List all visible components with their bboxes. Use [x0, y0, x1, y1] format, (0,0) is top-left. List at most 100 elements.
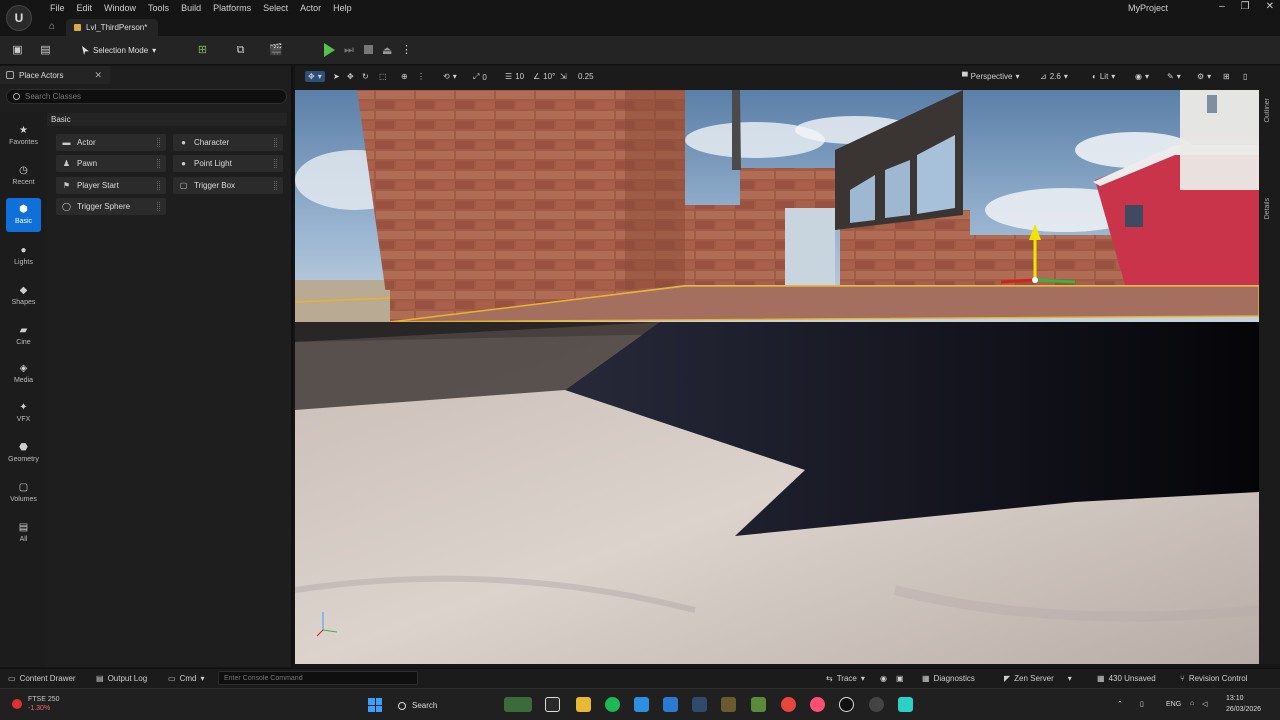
- unsaved-button[interactable]: ▦ 430 Unsaved: [1097, 674, 1156, 683]
- language-indicator[interactable]: ENG: [1166, 701, 1181, 708]
- actor-item-trigger-box[interactable]: ▢ Trigger Box: [173, 177, 283, 194]
- category-volumes[interactable]: ▢ Volumes: [6, 476, 41, 510]
- step-forward-icon[interactable]: ⏭: [344, 44, 354, 57]
- actor-item-player-start[interactable]: ⚑ Player Start: [56, 177, 166, 194]
- settings-dropdown[interactable]: ⚙ ▾: [1197, 72, 1211, 81]
- diagnostics-button[interactable]: ▦ Diagnostics: [922, 674, 975, 683]
- more-options-icon[interactable]: ⋮: [417, 72, 425, 81]
- blueprint-icon[interactable]: ⧉: [234, 44, 247, 56]
- rotate-tool-icon[interactable]: ↻: [362, 72, 369, 81]
- grid-snap-toggle[interactable]: ☰ 10: [505, 72, 524, 81]
- task-view-icon[interactable]: [545, 697, 560, 712]
- translate-snap-toggle[interactable]: ⤢ 0: [473, 72, 487, 82]
- clock-date[interactable]: 26/03/2026: [1226, 706, 1261, 713]
- drag-handle[interactable]: [157, 159, 160, 168]
- minimize-button[interactable]: –: [1219, 1, 1225, 12]
- actor-item-actor[interactable]: ▬ Actor: [56, 134, 166, 151]
- volume-icon[interactable]: ◁: [1202, 700, 1207, 708]
- menu-actor[interactable]: Actor: [294, 2, 327, 14]
- record-icon[interactable]: ◉: [880, 674, 887, 683]
- menu-build[interactable]: Build: [175, 2, 207, 14]
- selection-mode-dropdown[interactable]: Selection Mode ▾: [76, 42, 162, 59]
- actor-item-trigger-sphere[interactable]: ◯ Trigger Sphere: [56, 198, 166, 215]
- drag-handle[interactable]: [274, 181, 277, 190]
- details-tab[interactable]: Details: [1264, 198, 1271, 219]
- realtime-dropdown[interactable]: ✎ ▾: [1167, 72, 1181, 81]
- restore-button[interactable]: ❐: [1241, 1, 1250, 12]
- scale-snap-value-wrap[interactable]: 0.25: [578, 72, 594, 81]
- menu-tools[interactable]: Tools: [142, 2, 175, 14]
- outliner-tab[interactable]: Outliner: [1264, 98, 1271, 123]
- show-flags-dropdown[interactable]: ◉ ▾: [1135, 72, 1149, 81]
- home-icon[interactable]: ⌂: [49, 21, 55, 32]
- menu-help[interactable]: Help: [327, 2, 358, 14]
- cinematics-icon[interactable]: 🎬: [269, 44, 283, 56]
- unreal-engine-icon[interactable]: [839, 697, 854, 712]
- store-icon[interactable]: [663, 697, 678, 712]
- unreal-logo-icon[interactable]: U: [6, 5, 32, 31]
- chrome-icon[interactable]: [781, 697, 796, 712]
- screenshot-icon[interactable]: ▣: [896, 674, 904, 683]
- drag-handle[interactable]: [157, 138, 160, 147]
- menu-platforms[interactable]: Platforms: [207, 2, 257, 14]
- tab-level[interactable]: Lvl_ThirdPerson*: [66, 19, 158, 36]
- save-icon[interactable]: ▣: [11, 44, 24, 56]
- drag-handle[interactable]: [274, 138, 277, 147]
- lighting-dropdown[interactable]: ◐ Lit ▾: [1092, 72, 1115, 81]
- tab-place-actors[interactable]: Place Actors ✕: [0, 66, 110, 84]
- layout-icon[interactable]: ⊞: [1223, 72, 1230, 81]
- actor-item-character[interactable]: ● Character: [173, 134, 283, 151]
- actor-item-pawn[interactable]: ♟ Pawn: [56, 155, 166, 172]
- content-drawer-button[interactable]: ▭ Content Drawer: [8, 674, 76, 683]
- tray-app-icon[interactable]: ▯: [1140, 700, 1144, 708]
- category-cine[interactable]: ▰ Cine: [6, 319, 41, 353]
- close-button[interactable]: ✕: [1266, 1, 1274, 12]
- category-geometry[interactable]: ⬣ Geometry: [6, 436, 41, 470]
- minecraft-icon[interactable]: [751, 697, 766, 712]
- drag-handle[interactable]: [274, 159, 277, 168]
- scene-render[interactable]: [295, 90, 1259, 664]
- stock-widget[interactable]: FTSE 250 -1.30%: [12, 695, 60, 713]
- category-favorites[interactable]: ★ Favorites: [6, 119, 41, 153]
- app-icon[interactable]: [692, 697, 707, 712]
- file-explorer-icon[interactable]: [576, 697, 591, 712]
- drag-handle[interactable]: [157, 181, 160, 190]
- category-media[interactable]: ◈ Media: [6, 357, 41, 391]
- eject-icon[interactable]: ⏏: [382, 44, 392, 57]
- rotation-snap-toggle[interactable]: ∠ 10°: [533, 72, 555, 81]
- category-recent[interactable]: ◷ Recent: [6, 159, 41, 193]
- trace-dropdown[interactable]: ⇆ Trace ▾: [826, 674, 865, 683]
- zen-server-dropdown[interactable]: ◤ Zen Server ▾: [1004, 674, 1072, 683]
- network-icon[interactable]: ⌂: [1190, 700, 1194, 707]
- clock-time[interactable]: 13:10: [1226, 695, 1244, 702]
- revision-control-button[interactable]: ⑂ Revision Control: [1180, 674, 1248, 683]
- app-icon[interactable]: [898, 697, 913, 712]
- select-tool-icon[interactable]: ➤: [333, 72, 340, 81]
- close-icon[interactable]: ✕: [94, 70, 102, 81]
- drag-handle[interactable]: [157, 202, 160, 211]
- maximize-viewport-icon[interactable]: ▯: [1243, 72, 1247, 81]
- app-icon[interactable]: [721, 697, 736, 712]
- actor-item-point-light[interactable]: ● Point Light: [173, 155, 283, 172]
- spotify-icon[interactable]: [605, 697, 620, 712]
- search-input[interactable]: [25, 92, 265, 101]
- scale-snap-toggle[interactable]: ⇲: [560, 72, 567, 81]
- play-button[interactable]: [324, 43, 335, 57]
- menu-select[interactable]: Select: [257, 2, 294, 14]
- category-all[interactable]: ▤ All: [6, 516, 41, 550]
- category-vfx[interactable]: ✦ VFX: [6, 396, 41, 430]
- output-log-button[interactable]: ▤ Output Log: [96, 674, 147, 683]
- menu-edit[interactable]: Edit: [71, 2, 99, 14]
- stop-button[interactable]: [364, 45, 373, 54]
- windows-start-icon[interactable]: [368, 698, 382, 712]
- scale-tool-icon[interactable]: ⬚: [379, 72, 387, 81]
- world-space-icon[interactable]: ⊕: [401, 72, 408, 81]
- surface-snap-toggle[interactable]: ⟲ ▾: [443, 72, 457, 81]
- more-options-icon[interactable]: ⋮: [400, 44, 413, 56]
- app-icon[interactable]: [869, 697, 884, 712]
- level-viewport[interactable]: ✥ ▾ ➤ ✥ ↻ ⬚ ⊕ ⋮ ⟲ ▾ ⤢ 0 ☰ 10 ∠ 10° ⇲ 0.25 ▀ Pe…: [295, 66, 1280, 664]
- taskbar-search[interactable]: Search: [392, 695, 502, 716]
- console-command-input[interactable]: [218, 671, 418, 685]
- widgets-icon[interactable]: [504, 697, 532, 712]
- add-actor-icon[interactable]: ⊞: [196, 44, 209, 56]
